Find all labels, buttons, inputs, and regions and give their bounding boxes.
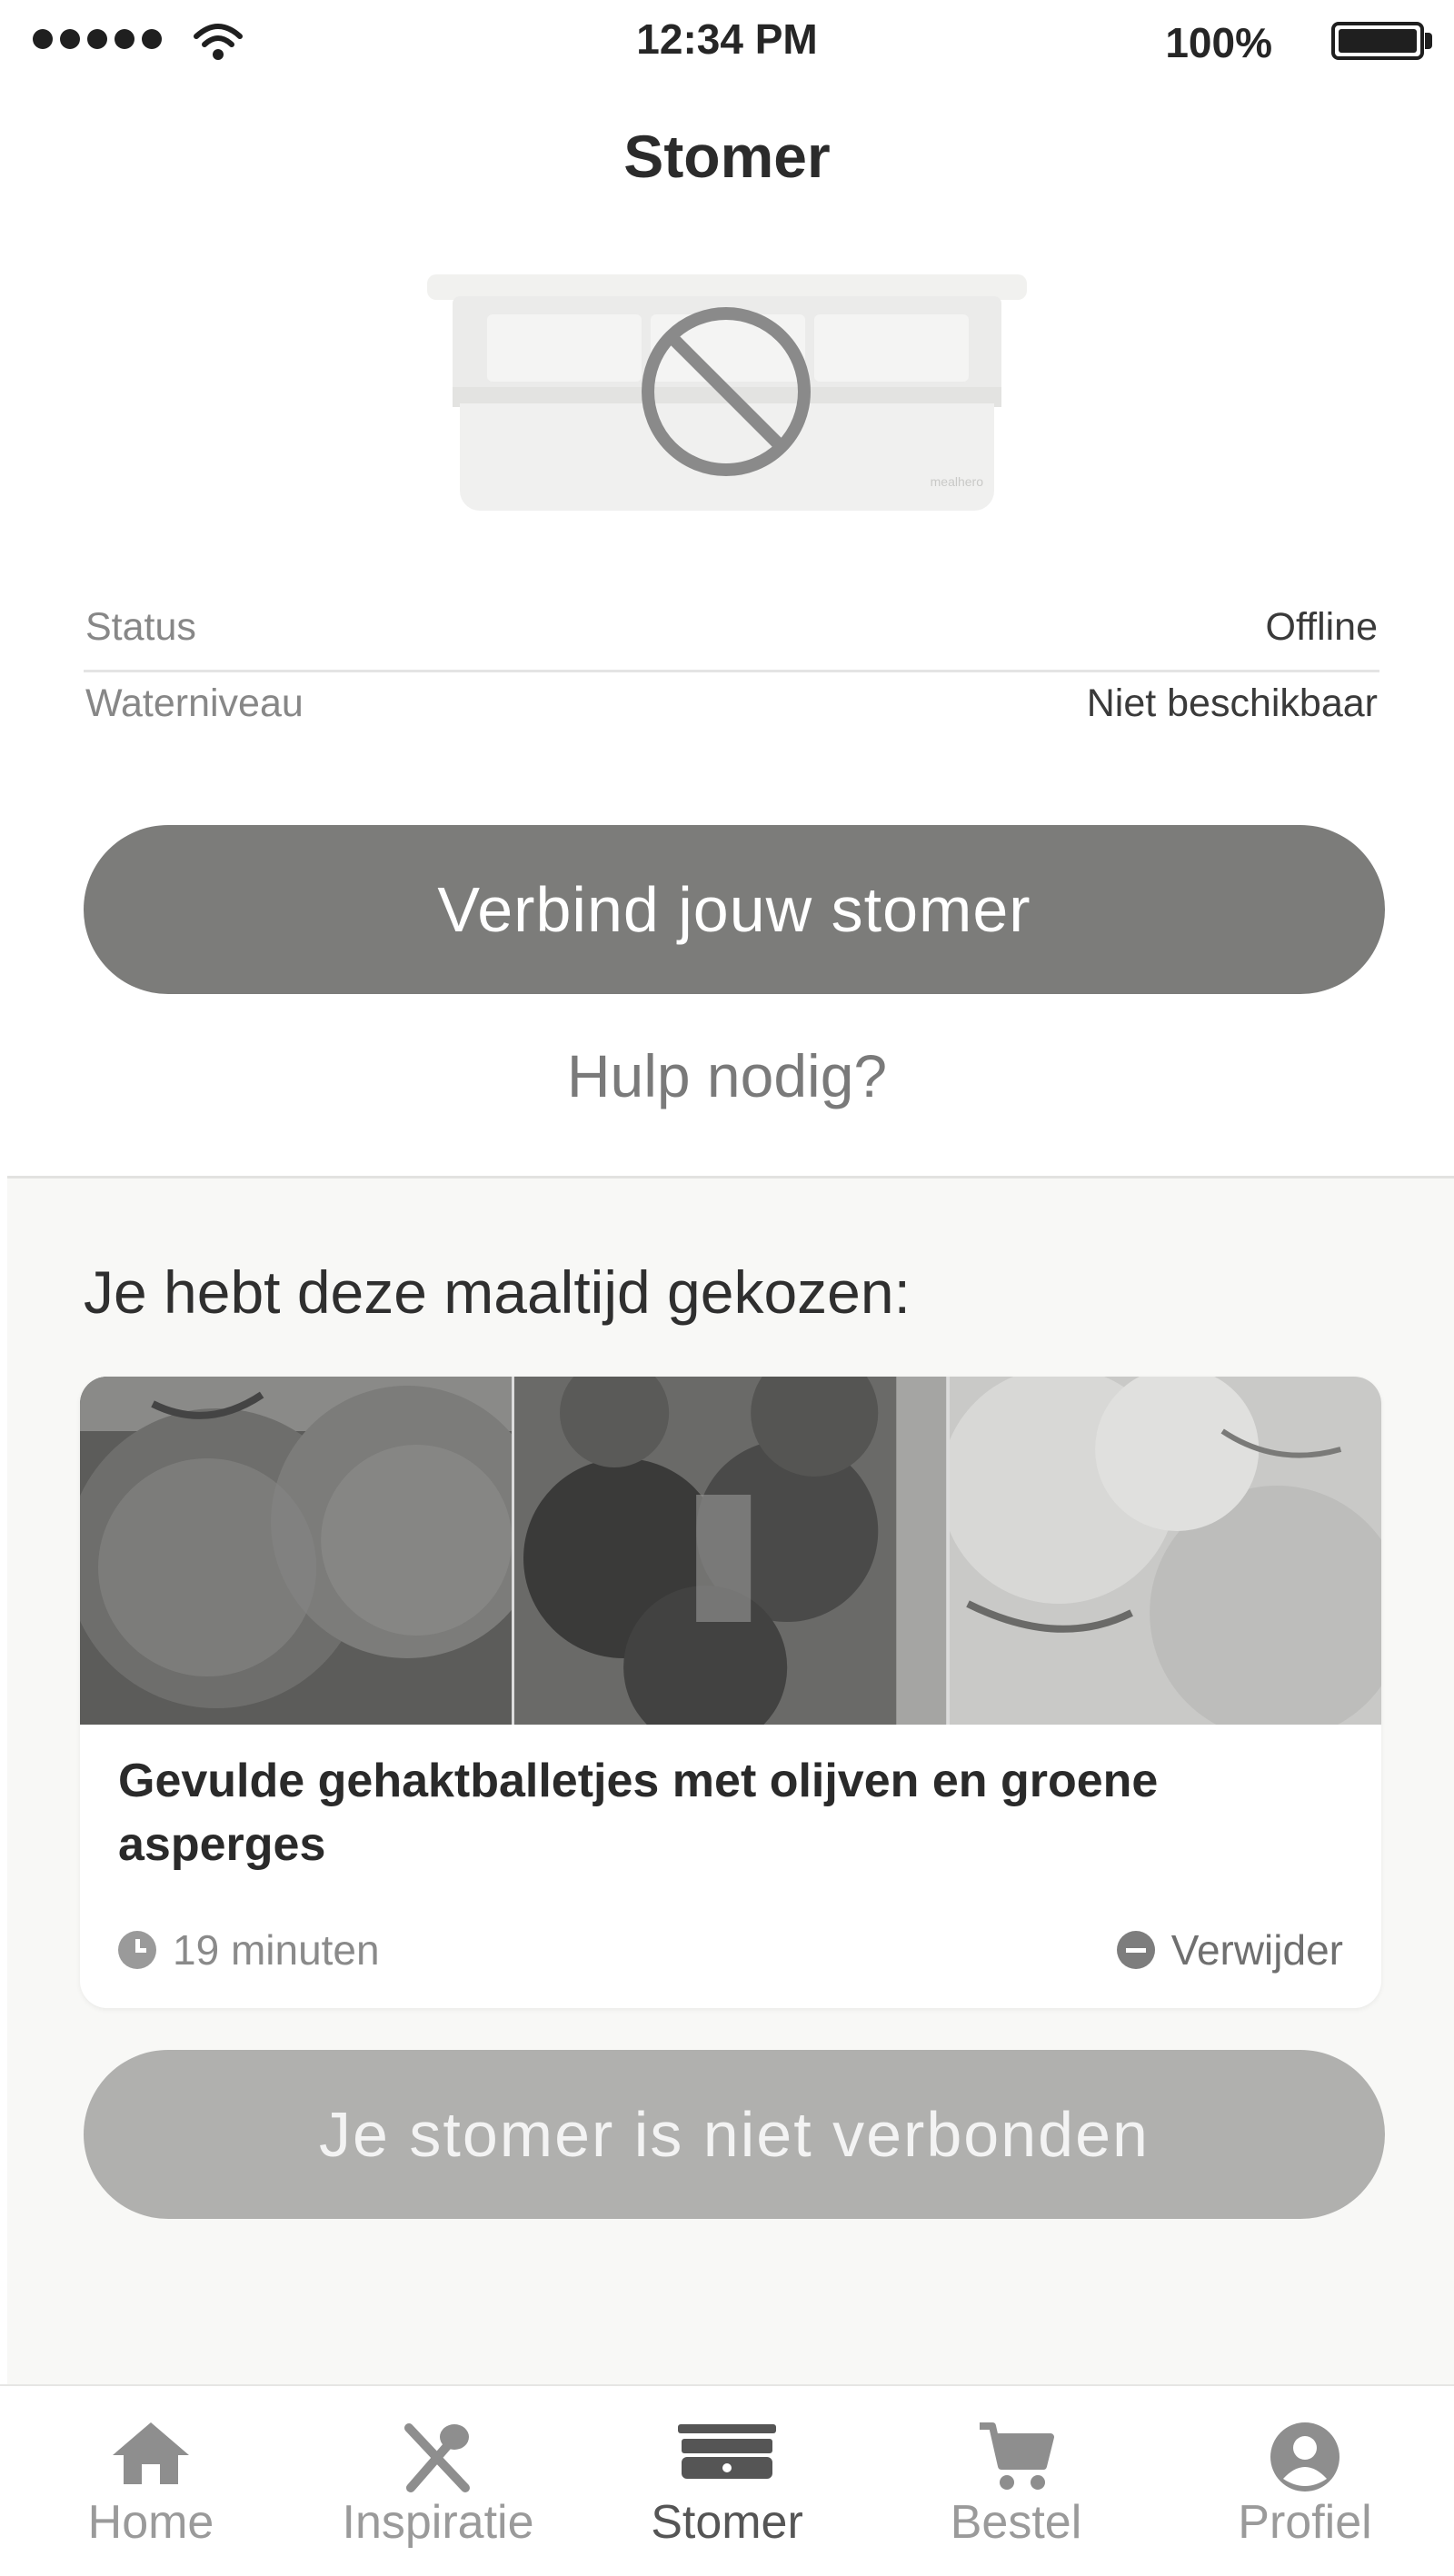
meal-photos [80,1377,1381,1725]
tab-profiel-label: Profiel [1238,2496,1372,2549]
rice-photo [946,1377,1381,1725]
status-value: Offline [1265,605,1379,649]
meatballs-photo [80,1377,513,1725]
status-label: Status [85,605,196,649]
help-link[interactable]: Hulp nodig? [0,1041,1454,1110]
tab-inspiratie-label: Inspiratie [342,2496,534,2549]
divider [84,670,1379,672]
battery-tip [1425,33,1432,49]
tab-bestel[interactable]: Bestel [871,2386,1161,2576]
tab-home-label: Home [87,2496,214,2549]
minus-circle-icon [1116,1931,1155,1969]
steamer-device-image: mealhero [418,271,1036,525]
clock-icon [118,1931,156,1969]
tab-bar: Home Inspiratie Stomer Bestel Profiel [0,2384,1454,2576]
connect-steamer-button[interactable]: Verbind jouw stomer [84,825,1385,994]
remove-meal-label: Verwijder [1170,1926,1343,1974]
water-level-label: Waterniveau [85,681,304,725]
meal-section-heading: Je hebt deze maaltijd gekozen: [84,1258,911,1326]
page-title: Stomer [623,123,831,190]
home-icon [113,2422,189,2484]
status-bar: 12:34 PM 100% [0,0,1454,82]
battery-percentage: 100% [1165,19,1272,66]
remove-meal-button[interactable]: Verwijder [1116,1925,1343,1974]
tab-stomer-label: Stomer [651,2496,803,2549]
meal-duration-text: 19 minuten [173,1926,380,1974]
tab-stomer[interactable]: Stomer [582,2386,872,2576]
no-entry-icon [642,307,811,476]
meal-card[interactable]: Gevulde gehaktballetjes met olijven en g… [80,1377,1381,2008]
steamer-icon [678,2424,776,2479]
tab-inspiratie[interactable]: Inspiratie [293,2386,583,2576]
tab-home[interactable]: Home [5,2386,296,2576]
water-level-value: Niet beschikbaar [1086,681,1378,725]
meal-title: Gevulde gehaktballetjes met olijven en g… [118,1755,1159,1871]
profile-icon [1270,2422,1339,2491]
battery-icon [1331,22,1424,60]
utensils-icon [404,2423,470,2492]
tab-profiel[interactable]: Profiel [1160,2386,1450,2576]
broccoli-photo [512,1377,947,1725]
steamer-not-connected-button[interactable]: Je stomer is niet verbonden [84,2050,1385,2219]
tab-bestel-label: Bestel [950,2496,1082,2549]
meal-duration: 19 minuten [118,1925,380,1974]
cart-icon [980,2422,1054,2490]
